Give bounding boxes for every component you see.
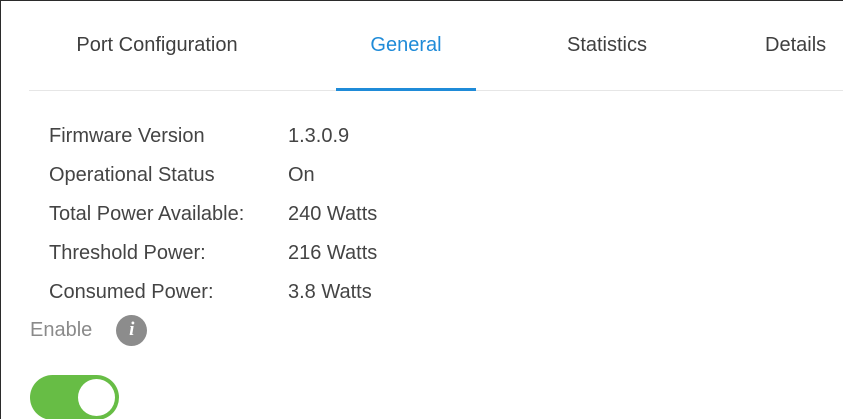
property-value: 216 Watts	[288, 242, 378, 264]
tab-general[interactable]: General	[336, 1, 476, 91]
info-icon[interactable]: i	[116, 314, 148, 346]
poe-details-panel: Port Configuration General Statistics De…	[0, 0, 843, 419]
property-value: On	[288, 164, 315, 186]
tab-port-configuration[interactable]: Port Configuration	[29, 1, 285, 90]
property-value: 240 Watts	[288, 203, 378, 225]
property-label: Firmware Version	[49, 125, 205, 147]
enable-label: Enable	[30, 318, 93, 341]
property-value: 1.3.0.9	[288, 125, 350, 147]
property-label: Consumed Power:	[49, 281, 214, 303]
tab-statistics[interactable]: Statistics	[529, 1, 685, 90]
property-label: Operational Status	[49, 164, 215, 186]
tab-details[interactable]: Details	[741, 1, 843, 90]
property-label: Threshold Power:	[49, 242, 206, 264]
enable-row: Enable i	[30, 314, 148, 346]
toggle-knob	[78, 379, 115, 416]
property-label: Total Power Available:	[49, 203, 245, 225]
enable-toggle[interactable]	[30, 375, 119, 419]
tab-bar: Port Configuration General Statistics De…	[29, 1, 843, 91]
property-value: 3.8 Watts	[288, 281, 372, 303]
